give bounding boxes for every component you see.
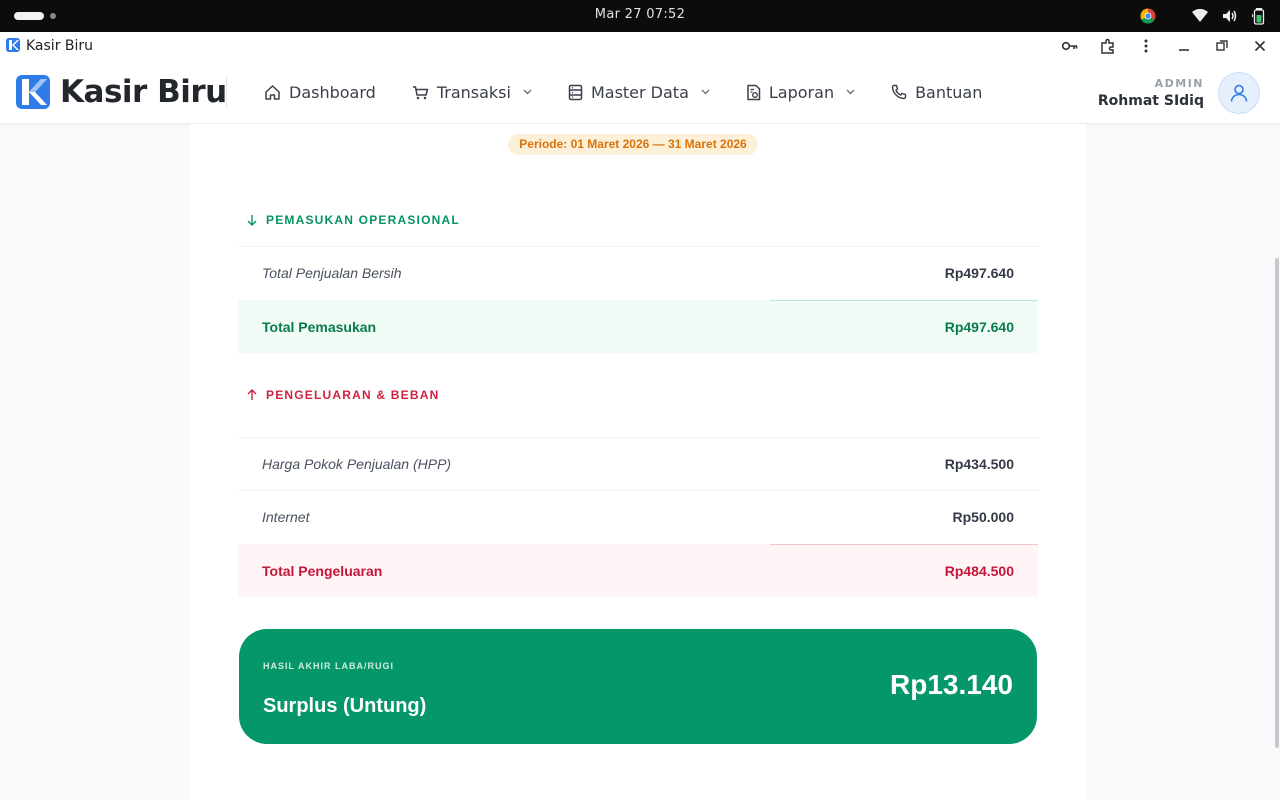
user-menu[interactable]: ADMIN Rohmat SIdiq	[1098, 72, 1260, 114]
nav-divider	[226, 76, 227, 108]
expense-row-label: Internet	[262, 509, 310, 525]
nav-laporan[interactable]: Laporan	[746, 83, 855, 102]
wifi-icon[interactable]	[1192, 9, 1208, 23]
avatar[interactable]	[1218, 72, 1260, 114]
chevron-down-icon	[523, 89, 532, 95]
main-nav: Dashboard Transaksi Master Data Laporan …	[264, 60, 1018, 124]
nav-transaksi[interactable]: Transaksi	[412, 83, 532, 102]
income-total-row: Total Pemasukan Rp497.640	[238, 300, 1038, 353]
nav-transaksi-label: Transaksi	[436, 82, 511, 102]
extensions-icon[interactable]	[1098, 36, 1118, 56]
database-icon	[568, 84, 583, 100]
page-scrollbar[interactable]	[1275, 258, 1279, 748]
nav-dashboard[interactable]: Dashboard	[264, 83, 376, 102]
net-result-status: Surplus (Untung)	[263, 695, 427, 717]
report-icon	[747, 84, 761, 100]
kasir-biru-favicon-icon	[6, 38, 20, 52]
tab-title[interactable]: Kasir Biru	[26, 38, 93, 54]
battery-icon[interactable]	[1252, 7, 1266, 25]
chrome-icon[interactable]	[1140, 8, 1156, 24]
income-row-value: Rp497.640	[944, 265, 1014, 281]
income-total-value: Rp497.640	[944, 318, 1014, 335]
expense-row: Harga Pokok Penjualan (HPP) Rp434.500	[238, 437, 1038, 490]
expense-row-value: Rp434.500	[944, 456, 1014, 472]
chevron-down-icon	[846, 89, 855, 95]
brand-logo[interactable]: Kasir Biru	[16, 74, 227, 110]
key-icon[interactable]	[1060, 36, 1080, 56]
os-clock[interactable]: Mar 27 07:52	[0, 7, 1280, 22]
minimize-icon[interactable]	[1174, 36, 1194, 56]
nav-bantuan[interactable]: Bantuan	[891, 83, 982, 102]
expense-section-heading: PENGELUARAN & BEBAN	[246, 388, 439, 402]
phone-icon	[891, 84, 907, 100]
net-result-tag: HASIL AKHIR LABA/RUGI	[263, 661, 394, 671]
income-row: Total Penjualan Bersih Rp497.640	[238, 246, 1038, 299]
income-heading-text: PEMASUKAN OPERASIONAL	[266, 213, 460, 227]
net-result-card: HASIL AKHIR LABA/RUGI Surplus (Untung) R…	[239, 629, 1037, 744]
user-name: Rohmat SIdiq	[1097, 93, 1204, 109]
period-badge: Periode: 01 Maret 2026 — 31 Maret 2026	[508, 134, 758, 155]
income-total-label: Total Pemasukan	[262, 318, 377, 335]
home-icon	[265, 84, 280, 100]
browser-title-bar: Kasir Biru	[0, 32, 1280, 60]
volume-icon[interactable]	[1222, 9, 1238, 23]
expense-total-row: Total Pengeluaran Rp484.500	[238, 544, 1038, 597]
expense-row: Internet Rp50.000	[238, 490, 1038, 543]
nav-dashboard-label: Dashboard	[289, 82, 376, 102]
arrow-down-icon	[247, 215, 257, 226]
income-section-heading: PEMASUKAN OPERASIONAL	[246, 213, 460, 227]
system-tray[interactable]	[1140, 6, 1266, 26]
nav-master-data[interactable]: Master Data	[568, 83, 710, 102]
chevron-down-icon	[701, 89, 710, 95]
brand-name: Kasir Biru	[60, 74, 227, 110]
expense-total-value: Rp484.500	[944, 562, 1014, 579]
expense-row-value: Rp50.000	[952, 509, 1014, 525]
expense-heading-text: PENGELUARAN & BEBAN	[266, 388, 440, 402]
app-navbar: Kasir Biru Dashboard Transaksi Master Da…	[0, 60, 1280, 124]
menu-icon[interactable]	[1136, 36, 1156, 56]
restore-icon[interactable]	[1212, 36, 1232, 56]
os-top-bar: Mar 27 07:52	[0, 0, 1280, 32]
close-icon[interactable]	[1250, 36, 1270, 56]
arrow-up-icon	[247, 389, 257, 400]
income-row-label: Total Penjualan Bersih	[262, 265, 402, 281]
nav-bantuan-label: Bantuan	[915, 82, 983, 102]
user-icon	[1230, 84, 1248, 102]
expense-row-label: Harga Pokok Penjualan (HPP)	[262, 456, 452, 472]
profit-loss-report: Periode: 01 Maret 2026 — 31 Maret 2026 P…	[190, 124, 1086, 800]
user-role: ADMIN	[1154, 77, 1204, 90]
nav-laporan-label: Laporan	[768, 82, 835, 102]
nav-master-data-label: Master Data	[590, 82, 689, 102]
kasir-biru-logo-icon	[16, 75, 50, 109]
expense-total-label: Total Pengeluaran	[262, 562, 383, 579]
net-result-amount: Rp13.140	[890, 669, 1013, 700]
cart-icon	[412, 85, 429, 99]
